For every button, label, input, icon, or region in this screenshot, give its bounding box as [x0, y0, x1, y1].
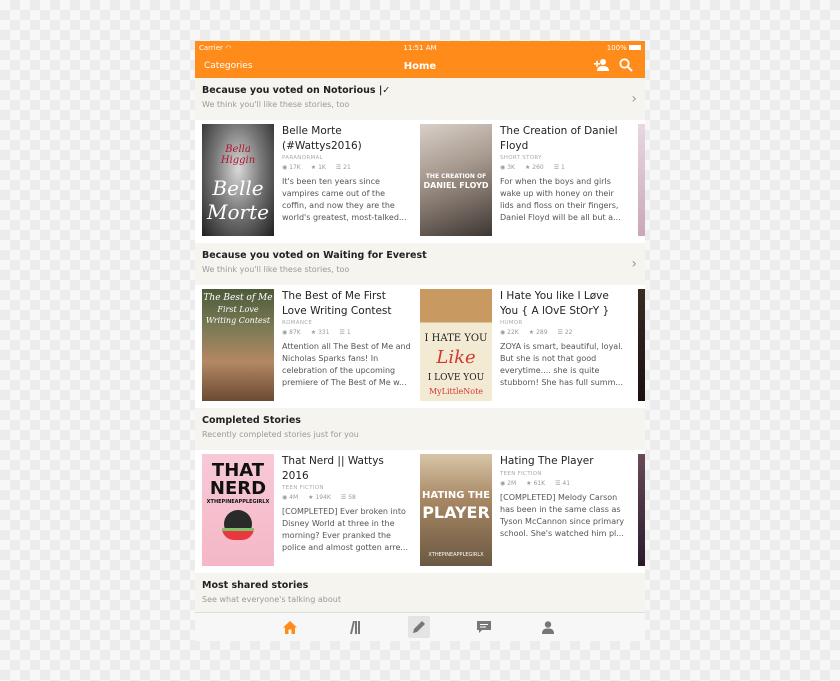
messages-icon — [477, 619, 491, 638]
story-description: [COMPLETED] Melody Carson has been in th… — [500, 492, 625, 538]
book-cover-peek[interactable] — [638, 289, 645, 401]
section-subtitle: We think you'll like these stories, too — [202, 100, 350, 109]
book-cover[interactable]: I HATE YOU Like I LOVE YOU MyLittleNote — [420, 289, 492, 401]
eye-icon: ◉ — [282, 494, 288, 501]
section-header[interactable]: Because you voted on Waiting for Everest… — [195, 243, 645, 285]
star-icon: ★ — [308, 494, 314, 501]
book-cover[interactable]: THE CREATION OF DANIEL FLOYD — [420, 124, 492, 236]
eye-icon: ◉ — [500, 479, 506, 487]
story-card[interactable]: THE CREATION OF DANIEL FLOYD The Creatio… — [420, 124, 630, 236]
chevron-right-icon[interactable]: › — [631, 256, 637, 272]
section-header[interactable]: Most shared stories See what everyone's … — [195, 573, 645, 615]
chevron-right-icon[interactable]: › — [631, 91, 637, 107]
story-card[interactable]: Bella Higgin Belle Morte Belle Morte (#W… — [202, 124, 412, 236]
story-row: The Best of Me First Love Writing Contes… — [195, 285, 645, 408]
story-card[interactable]: THAT NERD XTHEPINEAPPLEGIRLX That Nerd |… — [202, 454, 412, 566]
tab-library[interactable] — [346, 619, 364, 637]
story-card[interactable]: I HATE YOU Like I LOVE YOU MyLittleNote … — [420, 289, 630, 401]
section-subtitle: Recently completed stories just for you — [202, 430, 359, 439]
story-genre: SHORT STORY — [500, 155, 542, 161]
nav-bar: Categories Home — [195, 54, 645, 78]
profile-icon — [542, 619, 554, 638]
section-subtitle: See what everyone's talking about — [202, 595, 341, 604]
add-friend-icon[interactable] — [594, 58, 610, 72]
carrier-label: Carrier ◠ — [199, 43, 232, 52]
status-time: 11:51 AM — [403, 43, 437, 52]
search-icon[interactable] — [619, 58, 633, 72]
section-subtitle: We think you'll like these stories, too — [202, 265, 350, 274]
book-cover-peek[interactable] — [638, 454, 645, 566]
tab-profile[interactable] — [539, 619, 557, 637]
list-icon: ☰ — [340, 494, 347, 501]
write-icon — [412, 618, 426, 637]
list-icon: ☰ — [335, 164, 342, 171]
story-genre: TEEN FICTION — [500, 470, 542, 477]
story-card[interactable]: HATING THE PLAYER XTHEPINEAPPLEGIRLX Hat… — [420, 454, 630, 566]
wifi-icon: ◠ — [225, 43, 232, 52]
section-header[interactable]: Because you voted on Notorious |✓ We thi… — [195, 78, 645, 120]
section-title: Completed Stories — [202, 415, 301, 426]
section-title: Most shared stories — [202, 580, 309, 591]
story-title[interactable]: The Best of Me First Love Writing Contes… — [282, 289, 412, 318]
story-stats: ◉ 22K ★ 289 ☰ 22 — [500, 329, 573, 336]
section-title: Because you voted on Waiting for Everest — [202, 250, 427, 261]
tab-messages[interactable] — [475, 619, 493, 637]
story-stats: ◉ 2M ★ 61K ☰ 41 — [500, 479, 571, 487]
categories-button[interactable]: Categories — [204, 61, 253, 71]
story-genre: HUMOR — [500, 320, 523, 326]
story-stats: ◉ 3K ★ 260 ☰ 1 — [500, 164, 565, 171]
star-icon: ★ — [310, 329, 317, 336]
app-screen: Carrier ◠ 11:51 AM 100% Categories Home … — [195, 41, 645, 641]
eye-icon: ◉ — [282, 329, 288, 336]
tab-home[interactable] — [281, 619, 299, 637]
book-cover[interactable]: Bella Higgin Belle Morte — [202, 124, 274, 236]
book-cover-peek[interactable] — [638, 124, 645, 236]
status-bar: Carrier ◠ 11:51 AM 100% — [195, 41, 645, 54]
story-stats: ◉ 17K ★ 1K ☰ 21 — [282, 164, 351, 171]
cover-illustration — [222, 528, 254, 540]
book-cover[interactable]: HATING THE PLAYER XTHEPINEAPPLEGIRLX — [420, 454, 492, 566]
list-icon: ☰ — [555, 479, 561, 487]
library-icon — [348, 619, 362, 638]
list-icon: ☰ — [553, 164, 560, 171]
tab-write[interactable] — [408, 616, 430, 638]
star-icon: ★ — [526, 479, 532, 487]
battery-label: 100% — [607, 44, 641, 52]
story-card[interactable]: The Best of Me First Love Writing Contes… — [202, 289, 412, 401]
story-title[interactable]: Belle Morte (#Wattys2016) — [282, 124, 412, 153]
story-stats: ◉ 4M ★ 194K ☰ 58 — [282, 494, 356, 501]
list-icon: ☰ — [339, 329, 345, 336]
story-description: [COMPLETED] Ever broken into Disney Worl… — [282, 507, 409, 552]
story-title[interactable]: That Nerd || Wattys 2016 — [282, 454, 412, 483]
book-cover[interactable]: The Best of Me First Love Writing Contes… — [202, 289, 274, 401]
section-header[interactable]: Completed Stories Recently completed sto… — [195, 408, 645, 450]
story-genre: ROMANCE — [282, 320, 313, 326]
star-icon: ★ — [524, 164, 531, 171]
story-title[interactable]: I Hate You like I Løve You { A lOvE StOr… — [500, 289, 630, 318]
story-stats: ◉ 87K ★ 331 ☰ 1 — [282, 329, 351, 336]
story-description: It's been ten years since vampires came … — [282, 177, 407, 222]
page-title: Home — [403, 60, 437, 72]
story-title[interactable]: Hating The Player — [500, 454, 630, 469]
story-genre: TEEN FICTION — [282, 485, 324, 491]
story-row: Bella Higgin Belle Morte Belle Morte (#W… — [195, 120, 645, 243]
story-row: THAT NERD XTHEPINEAPPLEGIRLX That Nerd |… — [195, 450, 645, 573]
eye-icon: ◉ — [500, 329, 506, 336]
section-title: Because you voted on Notorious |✓ — [202, 85, 391, 96]
story-description: ZOYA is smart, beautiful, loyal. But she… — [500, 342, 624, 387]
story-description: Attention all The Best of Me and Nichola… — [282, 342, 411, 387]
home-icon — [283, 619, 297, 638]
tab-bar — [195, 612, 645, 641]
eye-icon: ◉ — [282, 164, 288, 171]
star-icon: ★ — [310, 164, 317, 171]
story-genre: PARANORMAL — [282, 155, 323, 161]
star-icon: ★ — [528, 329, 535, 336]
eye-icon: ◉ — [500, 164, 506, 171]
story-description: For when the boys and girls wake up with… — [500, 177, 621, 222]
battery-icon — [629, 45, 641, 50]
book-cover[interactable]: THAT NERD XTHEPINEAPPLEGIRLX — [202, 454, 274, 566]
story-title[interactable]: The Creation of Daniel Floyd — [500, 124, 630, 153]
list-icon: ☰ — [557, 329, 563, 336]
